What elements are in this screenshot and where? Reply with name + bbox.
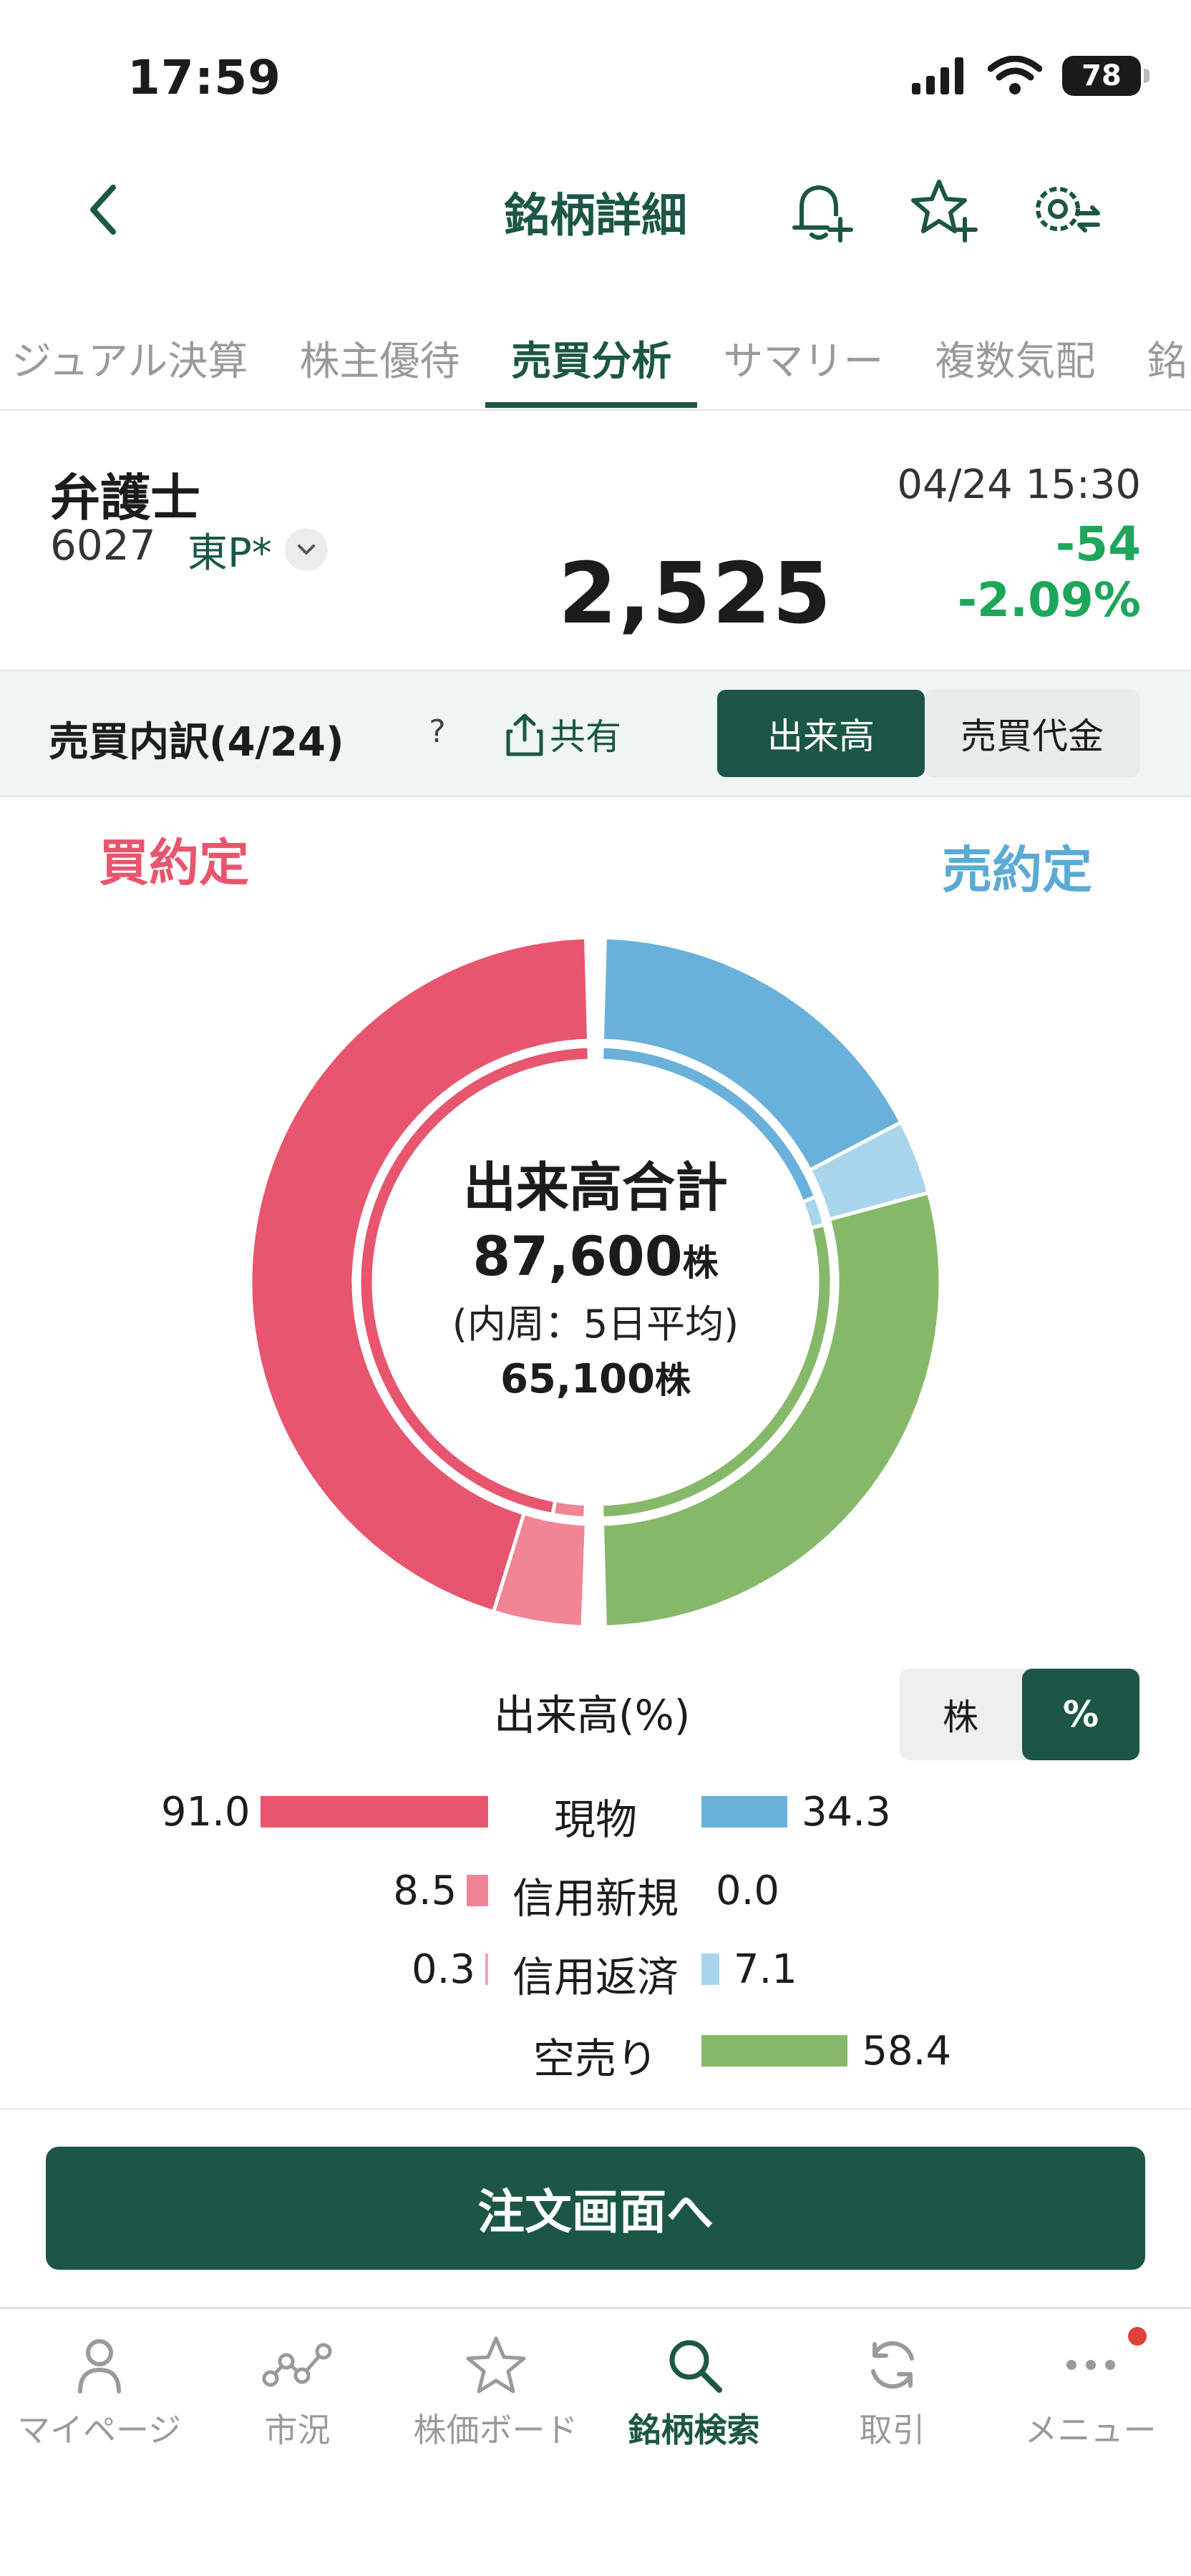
chevron-down-icon[interactable] [285,528,328,571]
stock-name: 弁護士 [50,469,200,527]
row-sell-value: 7.1 [733,1946,797,1993]
nav-my-page[interactable]: マイページ [0,2333,198,2451]
nav-label: 株価ボード [413,2411,578,2449]
signal-icon [912,57,963,94]
bar-buy-spot [260,1796,488,1828]
row-label: 信用新規 [512,1874,679,1923]
bar-sell-short [701,2035,848,2067]
bar-sell-spot [701,1796,788,1828]
nav-menu[interactable]: メニュー [991,2333,1190,2451]
nav-stock-board[interactable]: 株価ボード [397,2333,595,2451]
row-buy-value: 0.3 [411,1946,475,1993]
center-total: 87,600株 [381,1224,810,1288]
donut-slice-buy [550,1498,588,1521]
settings-icon[interactable] [1025,172,1104,250]
page-title: 銘柄詳細 [504,190,687,243]
row-sell-value: 58.4 [862,2028,952,2074]
notification-dot [1128,2327,1147,2346]
person-icon [77,2339,121,2394]
tab-shareholder-benefits[interactable]: 株主優待 [273,315,485,408]
alert-add-icon[interactable] [782,172,860,250]
status-icons: 78 [910,56,1149,96]
sell-label: 売約定 [942,841,1092,899]
tab-divider [0,409,1191,411]
tab-bar: ジュアル決算 株主優待 売買分析 サマリー 複数気配 銘 [0,315,1191,408]
center-avg-unit: 株 [655,1360,691,1401]
stock-price: 2,525 [558,544,833,643]
more-icon [1066,2360,1115,2370]
stock-market[interactable]: 東P* [188,521,272,579]
divider [0,2108,1191,2109]
share-icon [506,713,543,756]
nav-label: 取引 [859,2411,925,2449]
battery-indicator: 78 [1062,56,1149,96]
share-label: 共有 [550,716,621,758]
row-sell-value: 34.3 [802,1789,891,1835]
status-time: 17:59 [127,50,282,105]
tab-summary[interactable]: サマリー [697,315,909,408]
help-icon[interactable]: ? [414,708,461,756]
tab-trade-analysis[interactable]: 売買分析 [485,315,698,408]
market-graph-icon [262,2343,331,2387]
center-total-unit: 株 [682,1242,719,1284]
center-avg-value: 65,100 [500,1356,656,1402]
price-timestamp: 04/24 15:30 [897,462,1141,508]
nav-divider [0,2307,1191,2309]
refresh-icon [870,2341,914,2389]
center-inner-note: (内周：5日平均) [452,1302,739,1347]
center-avg: 65,100株 [381,1352,810,1403]
segment-trading-value[interactable]: 売買代金 [925,690,1139,777]
price-change: -54 [1055,517,1141,572]
row-label: 信用返済 [512,1953,679,2001]
row-buy-value: 91.0 [160,1789,251,1835]
share-button[interactable]: 共有 [505,708,621,760]
price-change-percent: -2.09% [957,572,1141,628]
nav-market[interactable]: 市況 [198,2333,397,2451]
favorite-add-icon[interactable] [903,172,982,250]
order-button[interactable]: 注文画面へ [46,2147,1145,2270]
search-icon [669,2340,722,2393]
buy-label: 買約定 [99,834,249,892]
segment-volume[interactable]: 出来高 [717,690,925,777]
row-label: 現物 [553,1795,637,1844]
toggle-shares[interactable]: 株 [899,1669,1022,1760]
nav-label: メニュー [1024,2411,1157,2449]
star-icon [466,2336,525,2394]
stock-code: 6027 [50,521,156,570]
toggle-percent[interactable]: % [1022,1669,1139,1760]
nav-label: 銘柄検索 [628,2411,760,2449]
nav-label: マイページ [16,2411,182,2449]
bar-sell-margin-repay [701,1953,719,1985]
tab-more[interactable]: 銘 [1121,315,1191,408]
row-label: 空売り [533,2034,658,2083]
donut-center: 出来高合計 87,600株 (内周：5日平均) 65,100株 [381,1145,810,1403]
nav-label: 市況 [264,2411,331,2449]
center-title: 出来高合計 [463,1157,728,1219]
breakdown-title: 売買内訳(4/24) [49,719,344,766]
nav-stock-search[interactable]: 銘柄検索 [595,2333,793,2451]
tab-visual-earnings[interactable]: ジュアル決算 [0,315,273,408]
nav-trade[interactable]: 取引 [793,2333,991,2451]
center-total-value: 87,600 [472,1224,683,1288]
wifi-icon [988,56,1042,94]
row-buy-value: 8.5 [393,1868,457,1914]
bar-buy-margin-new [467,1875,488,1906]
donut-slice-buy [583,1502,591,1521]
volume-percent-label: 出来高(%) [494,1691,691,1740]
row-sell-value: 0.0 [716,1868,780,1914]
tab-order-book[interactable]: 複数気配 [909,315,1121,408]
